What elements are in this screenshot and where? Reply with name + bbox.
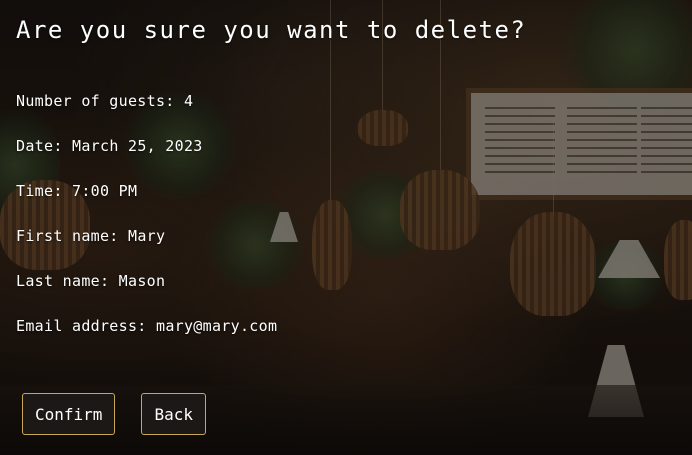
- detail-label: Email address:: [16, 317, 147, 335]
- detail-date: Date: March 25, 2023: [16, 135, 277, 180]
- detail-last-name: Last name: Mason: [16, 270, 277, 315]
- action-buttons: Confirm Back: [22, 393, 206, 435]
- back-button[interactable]: Back: [141, 393, 206, 435]
- detail-email-address: Email address: mary@mary.com: [16, 315, 277, 360]
- detail-value: 7:00 PM: [72, 182, 138, 200]
- detail-number-of-guests: Number of guests: 4: [16, 90, 277, 135]
- detail-label: Time:: [16, 182, 63, 200]
- detail-value: 4: [183, 92, 194, 110]
- detail-label: Date:: [16, 137, 63, 155]
- confirm-button[interactable]: Confirm: [22, 393, 116, 435]
- reservation-details-list: Number of guests: 4 Date: March 25, 2023…: [16, 90, 277, 360]
- detail-label: First name:: [16, 227, 119, 245]
- detail-value: Mary: [127, 227, 166, 245]
- detail-first-name: First name: Mary: [16, 225, 277, 270]
- delete-confirmation-dialog: Are you sure you want to delete? Number …: [16, 0, 692, 455]
- detail-value: March 25, 2023: [72, 137, 203, 155]
- detail-time: Time: 7:00 PM: [16, 180, 277, 225]
- detail-label: Last name:: [16, 272, 110, 290]
- detail-value: mary@mary.com: [155, 317, 278, 335]
- detail-label: Number of guests:: [16, 92, 175, 110]
- page-title: Are you sure you want to delete?: [16, 16, 527, 44]
- detail-value: Mason: [118, 272, 166, 290]
